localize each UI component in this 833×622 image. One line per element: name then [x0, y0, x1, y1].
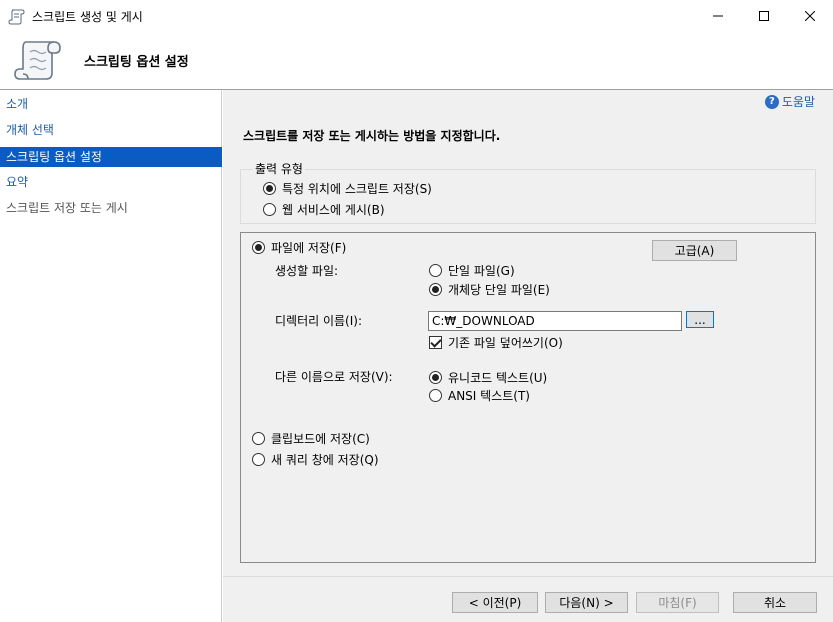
minimize-button[interactable] [695, 0, 741, 32]
radio-save-to-file[interactable]: 파일에 저장(F) [252, 239, 346, 256]
radio-indicator [252, 432, 265, 445]
help-link[interactable]: ? 도움말 [764, 93, 815, 110]
radio-ansi-text[interactable]: ANSI 텍스트(T) [429, 387, 530, 404]
radio-indicator [252, 241, 265, 254]
directory-name-input[interactable]: C:₩_DOWNLOAD [428, 311, 682, 331]
files-to-generate-label: 생성할 파일: [275, 264, 339, 278]
radio-indicator [429, 371, 442, 384]
radio-save-to-clipboard[interactable]: 클립보드에 저장(C) [252, 430, 370, 447]
radio-label: ANSI 텍스트(T) [448, 389, 530, 403]
help-label: 도움말 [781, 95, 815, 109]
radio-indicator [429, 389, 442, 402]
radio-indicator [252, 453, 265, 466]
radio-label: 파일에 저장(F) [271, 241, 347, 255]
radio-save-to-query-window[interactable]: 새 쿼리 창에 저장(Q) [252, 451, 379, 468]
radio-label: 유니코드 텍스트(U) [448, 371, 548, 385]
wizard-header: 스크립팅 옵션 설정 [0, 32, 833, 90]
radio-label: 개체당 단일 파일(E) [448, 283, 550, 297]
radio-indicator [263, 203, 276, 216]
previous-button[interactable]: < 이전(P) [452, 592, 538, 613]
wizard-sidebar: 소개 개체 선택 스크립팅 옵션 설정 요약 스크립트 저장 또는 게시 [0, 90, 222, 622]
next-button[interactable]: 다음(N) > [545, 592, 628, 613]
advanced-button[interactable]: 고급(A) [652, 240, 737, 261]
script-scroll-icon [8, 9, 25, 25]
title-bar: 스크립트 생성 및 게시 [0, 0, 833, 32]
checkbox-indicator [429, 336, 442, 349]
close-icon [805, 11, 815, 21]
radio-label: 단일 파일(G) [448, 264, 515, 278]
wizard-footer: < 이전(P) 다음(N) > 마침(F) 취소 [223, 576, 833, 622]
checkbox-label: 기존 파일 덮어쓰기(O) [448, 336, 563, 350]
page-heading: 스크립팅 옵션 설정 [84, 55, 189, 70]
radio-indicator [429, 283, 442, 296]
radio-single-file[interactable]: 단일 파일(G) [429, 262, 515, 279]
cancel-button[interactable]: 취소 [733, 592, 817, 613]
radio-file-per-object[interactable]: 개체당 단일 파일(E) [429, 281, 550, 298]
radio-label: 클립보드에 저장(C) [271, 432, 370, 446]
sidebar-item-summary[interactable]: 요약 [0, 172, 222, 192]
sidebar-item-choose-objects[interactable]: 개체 선택 [0, 120, 222, 140]
save-as-label: 다른 이름으로 저장(V): [275, 370, 393, 384]
sidebar-item-scripting-options[interactable]: 스크립팅 옵션 설정 [0, 147, 222, 167]
output-type-title: 출력 유형 [253, 160, 305, 177]
radio-label: 새 쿼리 창에 저장(Q) [271, 453, 379, 467]
sidebar-item-intro[interactable]: 소개 [0, 94, 222, 114]
finish-button: 마침(F) [636, 592, 719, 613]
help-icon: ? [764, 94, 779, 109]
minimize-icon [713, 15, 723, 17]
radio-publish-web-service[interactable]: 웹 서비스에 게시(B) [263, 201, 385, 218]
close-button[interactable] [787, 0, 833, 32]
radio-unicode-text[interactable]: 유니코드 텍스트(U) [429, 369, 547, 386]
directory-name-label: 디렉터리 이름(I): [275, 314, 363, 328]
window-title: 스크립트 생성 및 게시 [32, 10, 143, 24]
radio-label: 웹 서비스에 게시(B) [282, 203, 385, 217]
radio-indicator [263, 182, 276, 195]
radio-indicator [429, 264, 442, 277]
radio-label: 특정 위치에 스크립트 저장(S) [282, 182, 432, 196]
main-panel: ? 도움말 스크립트를 저장 또는 게시하는 방법을 지정합니다. 출력 유형 … [223, 90, 833, 576]
scroll-icon [14, 41, 61, 80]
browse-button[interactable]: ... [686, 311, 714, 328]
instruction-text: 스크립트를 저장 또는 게시하는 방법을 지정합니다. [243, 129, 501, 143]
maximize-button[interactable] [741, 0, 787, 32]
sidebar-item-save-or-publish: 스크립트 저장 또는 게시 [6, 201, 128, 215]
maximize-icon [759, 11, 769, 21]
checkbox-overwrite[interactable]: 기존 파일 덮어쓰기(O) [429, 334, 563, 351]
radio-save-to-location[interactable]: 특정 위치에 스크립트 저장(S) [263, 180, 432, 197]
